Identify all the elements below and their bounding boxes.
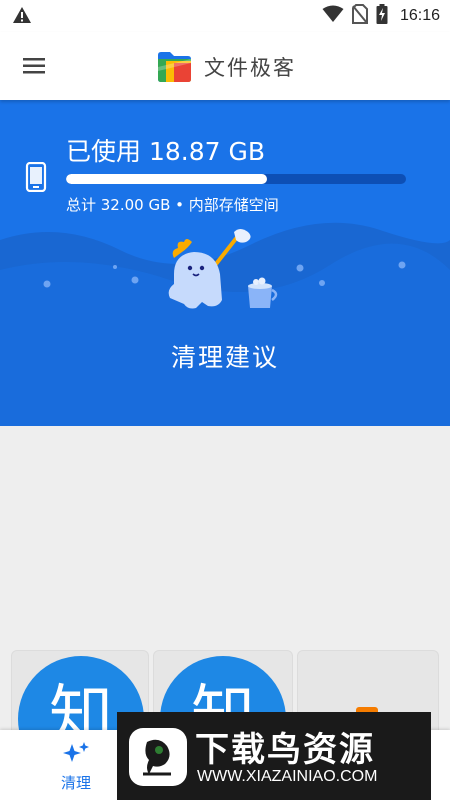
total-storage-label: 总计 32.00 GB • 内部存储空间 xyxy=(66,196,279,214)
battery-charging-icon xyxy=(376,4,388,28)
cleaning-suggestions-heading[interactable]: 清理建议 xyxy=(0,338,450,374)
watermark-url: WWW.XIAZAINIAO.COM xyxy=(197,768,378,785)
clock: 16:16 xyxy=(399,7,440,24)
menu-icon[interactable] xyxy=(20,52,50,80)
used-storage-label: 已使用 18.87 GB xyxy=(66,137,265,166)
phone-icon xyxy=(25,161,47,196)
nav-item-label: 清理 xyxy=(60,774,91,792)
nav-item-clean[interactable]: 清理 xyxy=(48,740,104,793)
bird-logo-icon xyxy=(129,728,187,790)
app-title: 文件极客 xyxy=(204,56,296,80)
watermark-title: 下载鸟资源 xyxy=(195,730,375,770)
storage-progress-fill xyxy=(66,174,267,184)
storage-summary-card[interactable]: 已使用 18.87 GB 总计 32.00 GB • 内部存储空间 清理建议 xyxy=(0,100,450,426)
storage-progress-bar xyxy=(66,174,406,184)
cleaning-mascot-illustration xyxy=(160,228,290,316)
app-bar: 文件极客 xyxy=(0,32,450,100)
watermark-overlay: 下载鸟资源 WWW.XIAZAINIAO.COM xyxy=(117,712,431,800)
wifi-icon xyxy=(322,5,344,27)
sparkle-icon xyxy=(60,742,92,770)
app-logo-icon xyxy=(156,49,194,87)
warning-icon xyxy=(12,6,32,28)
no-sim-icon xyxy=(351,4,368,28)
status-bar: 16:16 xyxy=(0,0,450,32)
